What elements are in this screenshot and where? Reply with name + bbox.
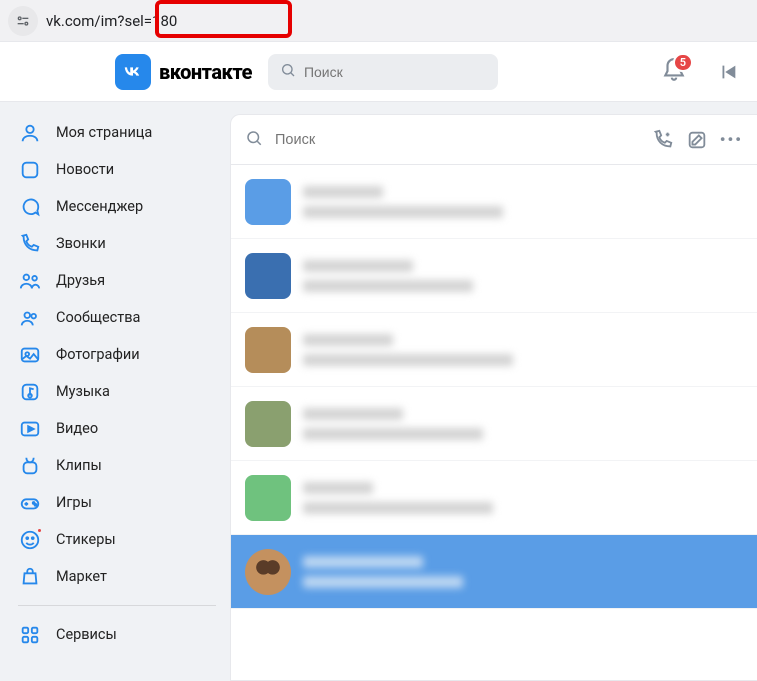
news-icon <box>18 158 42 182</box>
sidebar-separator <box>18 605 216 606</box>
sidebar-item-label: Мессенджер <box>56 198 143 215</box>
sidebar-item-label: Музыка <box>56 383 110 400</box>
sidebar-item-label: Фотографии <box>56 346 140 363</box>
sidebar-item-music[interactable]: Музыка <box>18 373 230 410</box>
site-settings-icon[interactable] <box>8 6 38 36</box>
vk-header: вконтакте 5 <box>0 42 757 102</box>
video-icon <box>18 417 42 441</box>
search-icon <box>280 62 296 82</box>
sidebar-item-calls[interactable]: Звонки <box>18 225 230 262</box>
avatar <box>245 401 291 447</box>
sidebar-item-services[interactable]: Сервисы <box>18 616 230 653</box>
sidebar-item-stickers[interactable]: Стикеры <box>18 521 230 558</box>
sidebar-item-groups[interactable]: Сообщества <box>18 299 230 336</box>
vk-logo-icon <box>115 54 151 90</box>
sidebar-item-label: Моя страница <box>56 124 152 141</box>
sidebar-item-label: Звонки <box>56 235 106 252</box>
profile-icon <box>18 121 42 145</box>
im-column: ••• <box>230 102 757 681</box>
phone-icon <box>18 232 42 256</box>
vk-brand-text: вконтакте <box>159 60 252 84</box>
friends-icon <box>18 269 42 293</box>
compose-icon[interactable] <box>686 129 708 151</box>
sidebar-item-news[interactable]: Новости <box>18 151 230 188</box>
music-icon <box>18 380 42 404</box>
sidebar-item-photos[interactable]: Фотографии <box>18 336 230 373</box>
search-icon <box>245 129 263 151</box>
im-search-row: ••• <box>231 115 757 165</box>
more-icon[interactable]: ••• <box>720 130 743 149</box>
sidebar-item-label: Видео <box>56 420 98 437</box>
vk-logo[interactable]: вконтакте <box>115 54 252 90</box>
sidebar-item-friends[interactable]: Друзья <box>18 262 230 299</box>
sidebar-item-label: Маркет <box>56 568 107 585</box>
notifications-badge: 5 <box>673 53 693 72</box>
services-icon <box>18 623 42 647</box>
sidebar-item-clips[interactable]: Клипы <box>18 447 230 484</box>
notifications-button[interactable]: 5 <box>661 57 687 87</box>
chat-item[interactable] <box>231 239 757 313</box>
avatar <box>245 549 291 595</box>
chat-item-selected[interactable] <box>231 535 757 609</box>
games-icon <box>18 491 42 515</box>
sidebar-item-label: Новости <box>56 161 114 178</box>
sidebar-item-label: Сообщества <box>56 309 140 326</box>
sidebar-item-label: Сервисы <box>56 626 117 643</box>
im-panel: ••• <box>230 114 757 681</box>
sidebar-item-label: Стикеры <box>56 531 116 548</box>
browser-address-bar: vk.com/im?sel=180 <box>0 0 757 42</box>
stickers-new-dot <box>36 527 43 534</box>
sidebar-item-profile[interactable]: Моя страница <box>18 114 230 151</box>
main-area: Моя страница Новости Мессенджер Звонки Д… <box>0 102 757 681</box>
avatar <box>245 253 291 299</box>
sidebar-item-games[interactable]: Игры <box>18 484 230 521</box>
groups-icon <box>18 306 42 330</box>
stickers-icon <box>18 528 42 552</box>
clips-icon <box>18 454 42 478</box>
chat-item[interactable] <box>231 165 757 239</box>
sidebar-item-messenger[interactable]: Мессенджер <box>18 188 230 225</box>
photos-icon <box>18 343 42 367</box>
top-search[interactable] <box>268 54 498 90</box>
address-bar-url[interactable]: vk.com/im?sel=180 <box>46 12 177 30</box>
sidebar-item-video[interactable]: Видео <box>18 410 230 447</box>
player-prev-icon[interactable] <box>717 61 739 83</box>
avatar <box>245 475 291 521</box>
messenger-icon <box>18 195 42 219</box>
im-search-input[interactable] <box>275 132 640 148</box>
new-call-icon[interactable] <box>652 129 674 151</box>
sidebar: Моя страница Новости Мессенджер Звонки Д… <box>0 102 230 681</box>
chat-item[interactable] <box>231 461 757 535</box>
sidebar-item-label: Друзья <box>56 272 105 289</box>
sidebar-item-label: Клипы <box>56 457 102 474</box>
market-icon <box>18 565 42 589</box>
sidebar-item-label: Игры <box>56 494 92 511</box>
chat-item[interactable] <box>231 387 757 461</box>
avatar <box>245 179 291 225</box>
top-search-input[interactable] <box>304 64 486 80</box>
chat-item[interactable] <box>231 313 757 387</box>
sidebar-item-market[interactable]: Маркет <box>18 558 230 595</box>
avatar <box>245 327 291 373</box>
